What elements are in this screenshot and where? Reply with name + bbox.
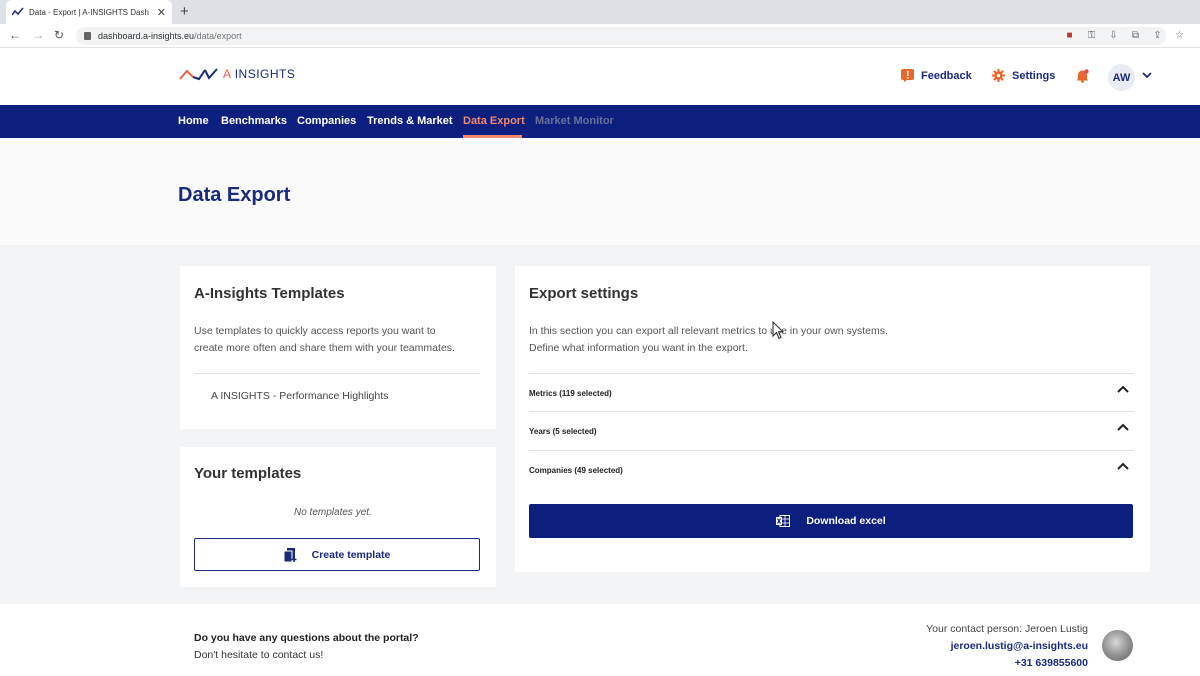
new-tab-icon[interactable]: +	[180, 3, 189, 20]
divider	[194, 373, 480, 374]
settings-label: Settings	[1012, 69, 1056, 82]
mouse-cursor-icon	[772, 321, 784, 340]
logo-mark-icon	[179, 68, 218, 81]
create-template-label: Create template	[311, 548, 391, 561]
contact-avatar	[1102, 630, 1133, 661]
your-templates-title: Your templates	[194, 465, 302, 482]
create-template-button[interactable]: Create template	[194, 538, 480, 571]
export-settings-description: In this section you can export all relev…	[529, 325, 888, 354]
excel-icon	[776, 515, 791, 527]
main-nav: Home Benchmarks Companies Trends & Marke…	[0, 105, 1200, 138]
browser-address-bar: ← → ↻ dashboard.a-insights.eu/data/expor…	[0, 24, 1200, 48]
footer: Do you have any questions about the port…	[0, 604, 1200, 676]
export-settings-card: Export settings In this section you can …	[515, 266, 1150, 572]
bookmark-star-icon[interactable]: ☆	[1174, 30, 1185, 41]
accordion-metrics-label: Metrics (119 selected)	[529, 389, 612, 398]
lock-icon	[84, 32, 91, 40]
a-insights-logo[interactable]: A INSIGHTS	[179, 67, 295, 81]
nav-trends-market[interactable]: Trends & Market	[367, 115, 453, 127]
nav-benchmarks[interactable]: Benchmarks	[221, 115, 287, 127]
logo-text: A INSIGHTS	[223, 67, 296, 81]
key-icon[interactable]: ⚿	[1086, 30, 1097, 41]
footer-subtext: Don't hesitate to contact us!	[194, 649, 324, 661]
nav-market-monitor[interactable]: Market Monitor	[535, 115, 614, 127]
translate-icon[interactable]: ⧉	[1130, 30, 1141, 41]
contact-person: Your contact person: Jeroen Lustig	[926, 623, 1088, 635]
feedback-label: Feedback	[921, 69, 972, 82]
gear-icon	[992, 69, 1005, 82]
extension-icon[interactable]: ■	[1064, 30, 1075, 41]
chevron-down-icon[interactable]	[1142, 70, 1152, 80]
url-host: dashboard.a-insights.eu	[98, 31, 195, 41]
download-excel-label: Download excel	[806, 515, 886, 527]
url-field[interactable]: dashboard.a-insights.eu/data/export	[76, 27, 1166, 45]
contact-email-link[interactable]: jeroen.lustig@a-insights.eu	[951, 640, 1088, 652]
accordion-companies-label: Companies (49 selected)	[529, 466, 623, 475]
notification-bell-icon[interactable]	[1076, 69, 1089, 83]
url-path: /data/export	[194, 31, 242, 41]
no-templates-text: No templates yet.	[294, 507, 372, 518]
export-settings-title: Export settings	[529, 285, 639, 302]
add-template-icon	[283, 547, 297, 562]
nav-companies[interactable]: Companies	[297, 115, 356, 127]
chevron-up-icon[interactable]	[1117, 385, 1129, 395]
accordion-years[interactable]: Years (5 selected)	[529, 411, 1134, 449]
back-icon[interactable]: ←	[9, 28, 21, 42]
chevron-up-icon[interactable]	[1117, 462, 1129, 472]
tab-close-icon[interactable]: ✕	[157, 6, 166, 19]
app-header: A INSIGHTS Feedback Settings AW	[0, 48, 1200, 105]
settings-button[interactable]: Settings	[992, 69, 1055, 82]
your-templates-card: Your templates No templates yet. Create …	[180, 447, 496, 587]
reload-icon[interactable]: ↻	[54, 28, 64, 42]
tab-title: Data - Export | A-INSIGHTS Dash	[29, 7, 149, 17]
forward-icon[interactable]: →	[32, 28, 44, 42]
feedback-icon	[901, 69, 914, 82]
accordion-years-label: Years (5 selected)	[529, 427, 597, 436]
favicon-icon	[12, 7, 24, 16]
share-icon[interactable]: ⇪	[1152, 30, 1163, 41]
download-excel-button[interactable]: Download excel	[529, 504, 1133, 538]
browser-tab-bar: Data - Export | A-INSIGHTS Dash ✕ +	[0, 0, 1200, 24]
ai-templates-description: Use templates to quickly access reports …	[194, 325, 455, 354]
template-item[interactable]: A INSIGHTS - Performance Highlights	[211, 390, 388, 402]
user-avatar[interactable]: AW	[1108, 64, 1135, 91]
accordion-companies[interactable]: Companies (49 selected)	[529, 450, 1134, 488]
contact-phone-link[interactable]: +31 639855600	[1015, 657, 1088, 669]
ai-templates-card: A-Insights Templates Use templates to qu…	[180, 266, 496, 429]
page-title: Data Export	[178, 184, 291, 206]
feedback-button[interactable]: Feedback	[901, 69, 972, 82]
browser-tab[interactable]: Data - Export | A-INSIGHTS Dash ✕	[6, 0, 172, 24]
page-title-band: Data Export	[0, 138, 1200, 245]
install-icon[interactable]: ⇩	[1108, 30, 1119, 41]
accordion-metrics[interactable]: Metrics (119 selected)	[529, 373, 1134, 411]
nav-home[interactable]: Home	[178, 115, 209, 127]
chevron-up-icon[interactable]	[1117, 423, 1129, 433]
footer-question: Do you have any questions about the port…	[194, 632, 419, 644]
nav-data-export[interactable]: Data Export	[463, 115, 525, 127]
ai-templates-title: A-Insights Templates	[194, 285, 345, 302]
